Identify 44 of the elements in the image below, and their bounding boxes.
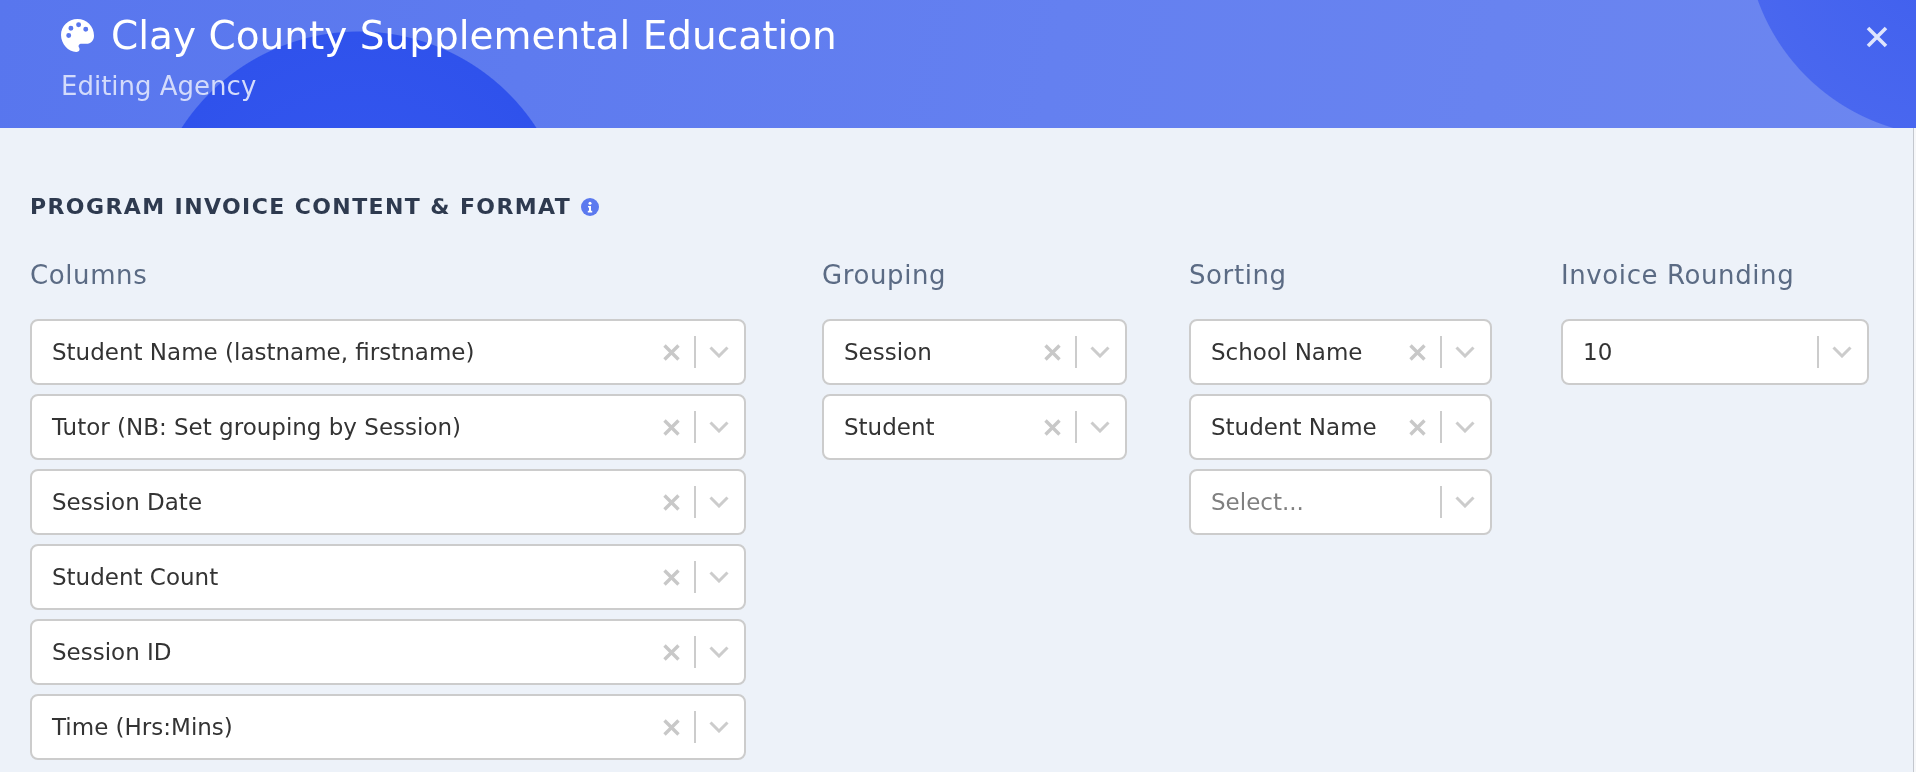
dropdown[interactable]: 10 <box>1561 319 1869 385</box>
clear-icon[interactable] <box>663 568 680 586</box>
clear-icon[interactable] <box>663 343 680 361</box>
clear-icon[interactable] <box>1044 418 1061 436</box>
modal-title: Clay County Supplemental Education <box>111 13 837 58</box>
dropdown[interactable]: Time (Hrs:Mins) <box>30 694 746 760</box>
info-icon[interactable] <box>581 198 600 216</box>
palette-icon <box>61 19 94 52</box>
dropdown[interactable]: Session ID <box>30 619 746 685</box>
chevron-icon[interactable] <box>1455 496 1475 508</box>
dropdown[interactable]: Student Name <box>1189 394 1492 460</box>
clear-icon[interactable] <box>663 718 680 736</box>
clear-icon[interactable] <box>1044 343 1061 361</box>
field-label: Grouping <box>822 259 948 291</box>
chevron-icon[interactable] <box>1455 346 1475 358</box>
clear-icon[interactable] <box>663 643 680 661</box>
chevron-icon[interactable] <box>709 346 729 358</box>
clear-icon[interactable] <box>663 418 680 436</box>
chevron-icon[interactable] <box>709 421 729 433</box>
dropdown[interactable]: Select... <box>1189 469 1492 535</box>
chevron-icon[interactable] <box>1090 421 1110 433</box>
chevron-icon[interactable] <box>709 496 729 508</box>
dropdown[interactable]: Student Name (lastname, firstname) <box>30 319 746 385</box>
field-label: Invoice Rounding <box>1561 259 1796 291</box>
chevron-icon[interactable] <box>1090 346 1110 358</box>
dropdown[interactable]: Session <box>822 319 1127 385</box>
clear-icon[interactable] <box>1409 343 1426 361</box>
dropdown[interactable]: Student Count <box>30 544 746 610</box>
chevron-icon[interactable] <box>709 646 729 658</box>
dropdown[interactable]: Session Date <box>30 469 746 535</box>
close-button[interactable] <box>1866 26 1888 48</box>
clear-icon[interactable] <box>1409 418 1426 436</box>
dropdown[interactable]: Tutor (NB: Set grouping by Session) <box>30 394 746 460</box>
modal-subtitle: Editing Agency <box>61 70 258 102</box>
section-heading: PROGRAM INVOICE CONTENT & FORMAT <box>30 193 572 221</box>
field-label: Columns <box>30 259 149 291</box>
field-label: Sorting <box>1189 259 1288 291</box>
dropdown[interactable]: School Name <box>1189 319 1492 385</box>
dropdown[interactable]: Student <box>822 394 1127 460</box>
chevron-icon[interactable] <box>1455 421 1475 433</box>
chevron-icon[interactable] <box>709 721 729 733</box>
chevron-icon[interactable] <box>709 571 729 583</box>
clear-icon[interactable] <box>663 493 680 511</box>
chevron-icon[interactable] <box>1832 346 1852 358</box>
